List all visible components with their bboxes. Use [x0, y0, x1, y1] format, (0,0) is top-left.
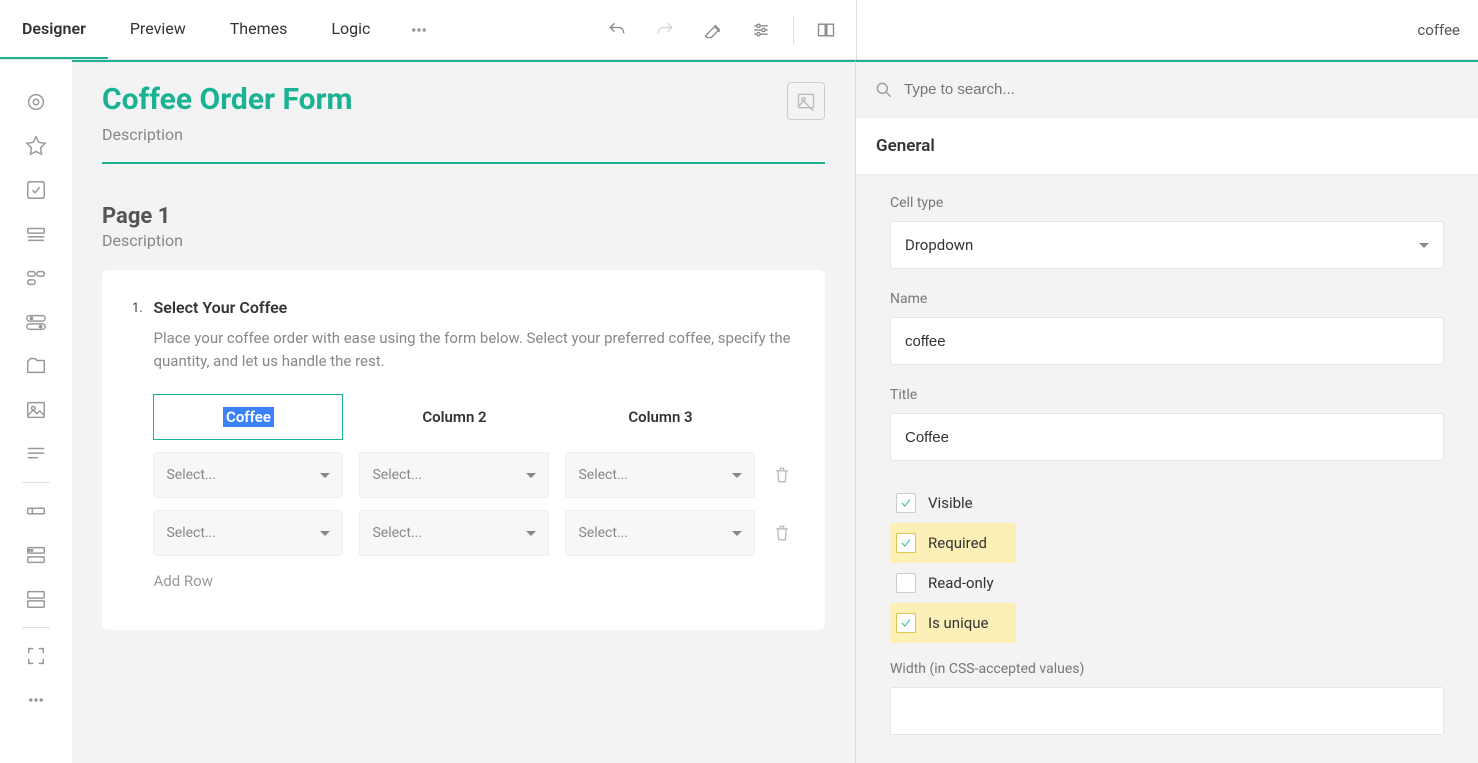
- survey-title[interactable]: Coffee Order Form: [102, 82, 787, 117]
- delete-row-icon[interactable]: [771, 515, 792, 551]
- rating-icon[interactable]: [16, 124, 56, 168]
- radiogroup-icon[interactable]: [16, 80, 56, 124]
- undo-icon[interactable]: [597, 10, 637, 50]
- properties-search-input[interactable]: [904, 81, 1460, 98]
- props-section-general[interactable]: General: [856, 118, 1478, 175]
- required-check-row[interactable]: Required: [890, 523, 1016, 563]
- logo-placeholder-icon[interactable]: [787, 82, 825, 120]
- checkbox-empty: [896, 573, 916, 593]
- title-label: Title: [890, 387, 1444, 403]
- page-description[interactable]: Description: [102, 231, 825, 250]
- question-number: 1.: [132, 301, 150, 316]
- title-input[interactable]: [905, 429, 1429, 446]
- matrix-row: Select... Select... Select...: [153, 452, 792, 498]
- chevron-down-icon: [526, 473, 536, 478]
- question-card[interactable]: 1. Select Your Coffee Place your coffee …: [102, 270, 825, 630]
- checkbox-icon[interactable]: [16, 168, 56, 212]
- required-label: Required: [928, 534, 987, 552]
- divider: [793, 16, 794, 44]
- celltype-label: Cell type: [890, 195, 1444, 211]
- column-header-2[interactable]: Column 2: [359, 394, 549, 440]
- cell-dropdown[interactable]: Select...: [565, 510, 755, 556]
- cell-dropdown[interactable]: Select...: [153, 510, 343, 556]
- breadcrumb-text: coffee: [1417, 21, 1460, 39]
- visible-label: Visible: [928, 494, 973, 512]
- check-icon: [896, 493, 916, 513]
- tab-logic[interactable]: Logic: [309, 0, 392, 59]
- top-tabs: Designer Preview Themes Logic: [0, 0, 446, 59]
- cell-dropdown[interactable]: Select...: [359, 452, 549, 498]
- top-actions: [597, 10, 856, 50]
- add-row-button[interactable]: Add Row: [153, 572, 792, 590]
- check-icon: [896, 613, 916, 633]
- readonly-check-row[interactable]: Read-only: [890, 563, 1444, 603]
- title-input-wrap: [890, 413, 1444, 461]
- singleinput-icon[interactable]: [16, 489, 56, 533]
- redo-icon[interactable]: [645, 10, 685, 50]
- settings-icon[interactable]: [741, 10, 781, 50]
- multipletext-icon[interactable]: [16, 533, 56, 577]
- expand-icon[interactable]: [16, 634, 56, 678]
- tab-more-icon[interactable]: [392, 21, 446, 39]
- page-title[interactable]: Page 1: [102, 204, 825, 229]
- matrix-row: Select... Select... Select...: [153, 510, 792, 556]
- isunique-check-row[interactable]: Is unique: [890, 603, 1016, 643]
- column-header-coffee[interactable]: Coffee: [153, 394, 343, 440]
- tagbox-icon[interactable]: [16, 256, 56, 300]
- top-nav: Designer Preview Themes Logic: [0, 0, 856, 60]
- chevron-down-icon: [1419, 243, 1429, 248]
- name-label: Name: [890, 291, 1444, 307]
- tab-preview[interactable]: Preview: [108, 0, 208, 59]
- readonly-label: Read-only: [928, 574, 994, 592]
- more-icon[interactable]: [16, 678, 56, 722]
- chevron-down-icon: [320, 531, 330, 536]
- properties-panel: General Cell type Dropdown Name Title V: [856, 60, 1478, 763]
- chevron-down-icon: [732, 531, 742, 536]
- width-label: Width (in CSS-accepted values): [890, 661, 1444, 677]
- survey-header[interactable]: Coffee Order Form Description: [102, 82, 825, 164]
- page-header[interactable]: Page 1 Description: [102, 204, 825, 250]
- cell-dropdown[interactable]: Select...: [359, 510, 549, 556]
- check-icon: [896, 533, 916, 553]
- breadcrumb: coffee: [856, 0, 1478, 60]
- celltype-select[interactable]: Dropdown: [890, 221, 1444, 269]
- matrix-header-row: Coffee Column 2 Column 3: [153, 394, 792, 440]
- properties-search[interactable]: [856, 62, 1478, 118]
- comment-icon[interactable]: [16, 432, 56, 476]
- book-icon[interactable]: [806, 10, 846, 50]
- toolbox: [0, 60, 72, 763]
- name-input-wrap: [890, 317, 1444, 365]
- dropdown-icon[interactable]: [16, 212, 56, 256]
- boolean-icon[interactable]: [16, 300, 56, 344]
- width-input-wrap: [890, 687, 1444, 735]
- design-canvas: Coffee Order Form Description Page 1 Des…: [72, 60, 856, 763]
- question-title[interactable]: Select Your Coffee: [153, 298, 792, 317]
- question-help[interactable]: Place your coffee order with ease using …: [153, 327, 792, 372]
- image-icon[interactable]: [16, 388, 56, 432]
- eraser-icon[interactable]: [693, 10, 733, 50]
- toolbox-separator: [22, 627, 50, 628]
- file-icon[interactable]: [16, 344, 56, 388]
- chevron-down-icon: [732, 473, 742, 478]
- chevron-down-icon: [526, 531, 536, 536]
- panel-icon[interactable]: [16, 577, 56, 621]
- chevron-down-icon: [320, 473, 330, 478]
- cell-dropdown[interactable]: Select...: [153, 452, 343, 498]
- width-input[interactable]: [905, 703, 1429, 720]
- visible-check-row[interactable]: Visible: [890, 483, 1444, 523]
- survey-description[interactable]: Description: [102, 125, 787, 144]
- search-icon: [874, 80, 894, 100]
- delete-row-icon[interactable]: [771, 457, 792, 493]
- isunique-label: Is unique: [928, 614, 989, 632]
- column-header-3[interactable]: Column 3: [565, 394, 755, 440]
- tab-designer[interactable]: Designer: [0, 0, 108, 59]
- tab-themes[interactable]: Themes: [208, 0, 310, 59]
- cell-dropdown[interactable]: Select...: [565, 452, 755, 498]
- name-input[interactable]: [905, 333, 1429, 350]
- toolbox-separator: [22, 482, 50, 483]
